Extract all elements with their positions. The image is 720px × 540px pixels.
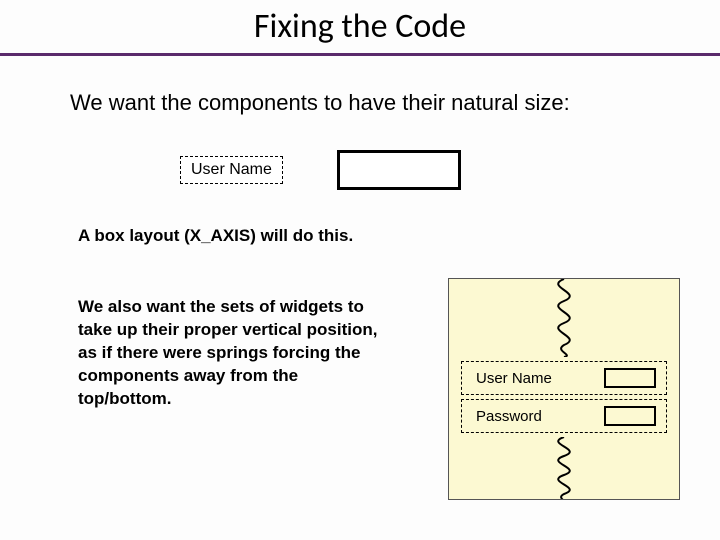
example-row: User Name bbox=[180, 150, 461, 190]
form-row-username: User Name bbox=[461, 361, 667, 395]
form-row-password: Password bbox=[461, 399, 667, 433]
title-underline bbox=[0, 53, 720, 56]
paragraph-boxlayout: A box layout (X_AXIS) will do this. bbox=[78, 226, 353, 246]
username-label: User Name bbox=[476, 370, 552, 387]
spring-bottom-icon bbox=[529, 437, 599, 500]
spring-panel: User Name Password bbox=[448, 278, 680, 500]
example-field bbox=[337, 150, 461, 190]
slide-title: Fixing the Code bbox=[0, 0, 720, 53]
example-label: User Name bbox=[180, 156, 283, 184]
password-label: Password bbox=[476, 408, 542, 425]
password-field bbox=[604, 406, 656, 426]
username-field bbox=[604, 368, 656, 388]
paragraph-springs: We also want the sets of widgets to take… bbox=[78, 296, 378, 411]
spring-top-icon bbox=[529, 279, 599, 357]
intro-text: We want the components to have their nat… bbox=[70, 90, 720, 116]
